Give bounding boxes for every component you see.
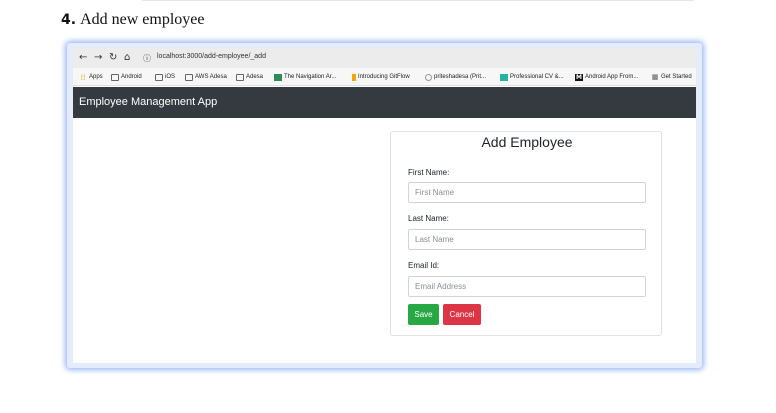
email-label: Email Id: bbox=[408, 261, 440, 270]
step-number: 4. bbox=[61, 12, 77, 28]
app-brand[interactable]: Employee Management App bbox=[79, 96, 217, 108]
home-icon[interactable]: ⌂ bbox=[124, 52, 130, 63]
bookmark-cv[interactable]: Professional CV &... bbox=[500, 72, 564, 82]
bookmark-android[interactable]: Android bbox=[111, 72, 142, 82]
bookmark-adesa[interactable]: Adesa bbox=[236, 72, 263, 82]
bookmark-android-app[interactable]: M Android App From... bbox=[575, 72, 638, 82]
bookmark-ios[interactable]: iOS bbox=[155, 72, 175, 82]
top-divider bbox=[142, 0, 694, 1]
url-text[interactable]: localhost:3000/add-employee/_add bbox=[157, 53, 266, 60]
email-input[interactable] bbox=[408, 276, 646, 297]
github-icon bbox=[425, 73, 432, 81]
bookmark-apps[interactable]: ⁞⁞ Apps bbox=[79, 72, 102, 82]
bookmark-navigation[interactable]: The Navigation Ar... bbox=[274, 72, 336, 82]
bookmark-get-started[interactable]: ▦ Get Started bbox=[651, 72, 692, 82]
step-title: Add new employee bbox=[80, 11, 205, 28]
bookmarks-bar: ⁞⁞ Apps Android iOS AWS Adesa Adesa The N… bbox=[73, 68, 696, 86]
site-favicon: ▦ bbox=[651, 72, 659, 81]
step-heading: 4. Add new employee bbox=[61, 11, 204, 29]
save-button[interactable]: Save bbox=[408, 304, 439, 325]
forward-arrow-icon[interactable]: → bbox=[94, 52, 102, 63]
cancel-button[interactable]: Cancel bbox=[443, 304, 481, 325]
first-name-input[interactable] bbox=[408, 182, 646, 203]
site-favicon bbox=[352, 73, 356, 81]
address-bar: ← → ↻ ⌂ ⓘ localhost:3000/add-employee/_a… bbox=[73, 48, 696, 68]
folder-icon bbox=[236, 73, 244, 81]
form-title: Add Employee bbox=[481, 134, 573, 150]
add-employee-card: Add Employee First Name: Last Name: Emai… bbox=[390, 131, 662, 336]
back-arrow-icon[interactable]: ← bbox=[79, 52, 87, 63]
site-favicon bbox=[500, 73, 508, 81]
reload-icon[interactable]: ↻ bbox=[109, 52, 117, 63]
app-navbar: Employee Management App bbox=[73, 87, 696, 118]
last-name-input[interactable] bbox=[408, 229, 646, 250]
bookmark-aws-adesa[interactable]: AWS Adesa bbox=[185, 72, 227, 82]
bookmark-gitflow[interactable]: Introducing GitFlow bbox=[352, 72, 410, 82]
site-favicon bbox=[274, 73, 282, 81]
browser-window: ← → ↻ ⌂ ⓘ localhost:3000/add-employee/_a… bbox=[73, 48, 696, 363]
folder-icon bbox=[155, 73, 163, 81]
folder-icon bbox=[185, 73, 193, 81]
medium-icon: M bbox=[575, 73, 583, 81]
last-name-label: Last Name: bbox=[408, 214, 449, 223]
apps-grid-icon: ⁞⁞ bbox=[80, 72, 86, 82]
bookmark-github[interactable]: priteshadesa (Prit... bbox=[425, 72, 486, 82]
info-icon[interactable]: ⓘ bbox=[143, 53, 151, 64]
folder-icon bbox=[111, 73, 119, 81]
first-name-label: First Name: bbox=[408, 168, 450, 177]
